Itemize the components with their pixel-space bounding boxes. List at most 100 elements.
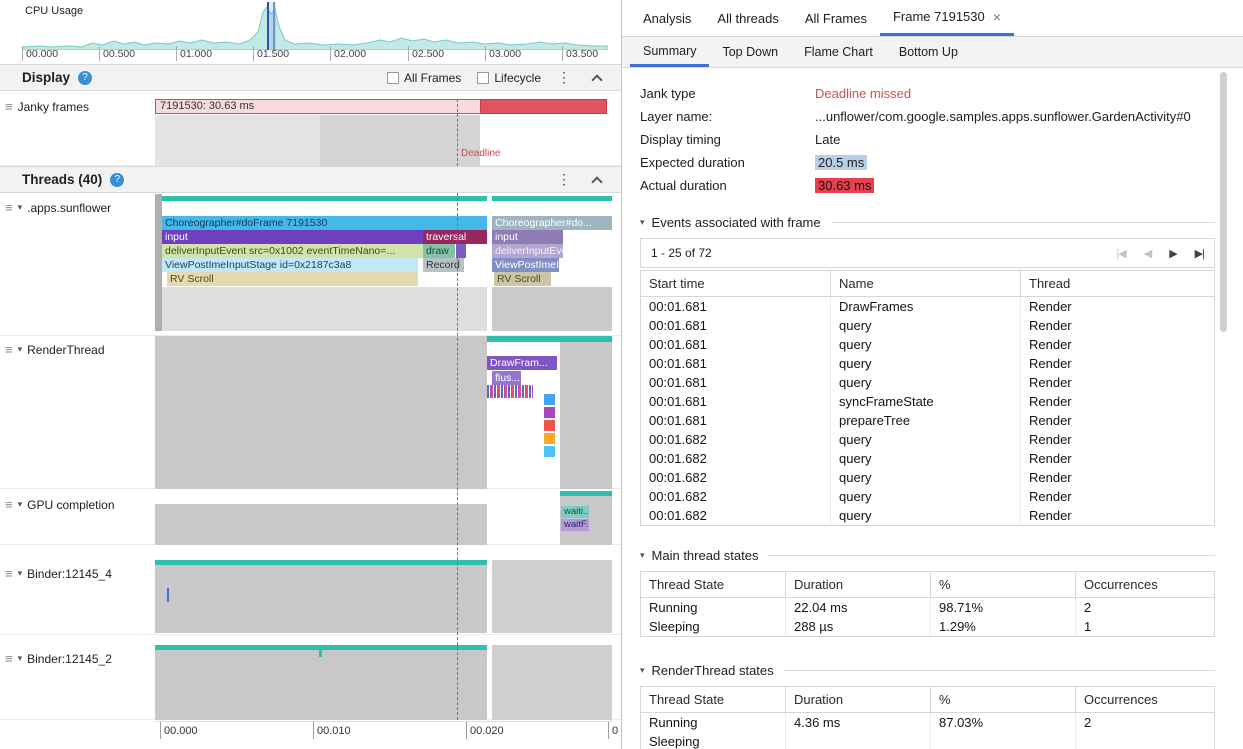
selection-end-line[interactable] bbox=[273, 2, 275, 50]
checkbox-icon[interactable] bbox=[387, 72, 399, 84]
event-small-bar[interactable] bbox=[544, 407, 555, 418]
tab-all-frames[interactable]: All Frames bbox=[792, 0, 880, 36]
collapse-chevron-icon[interactable] bbox=[591, 74, 602, 85]
janky-frame-bar[interactable]: 7191530: 30.63 ms bbox=[155, 99, 481, 114]
janky-frame-overrun-bar[interactable] bbox=[480, 99, 607, 114]
event-viewpostime-next[interactable]: ViewPostImeInp... bbox=[492, 258, 559, 272]
event-tick[interactable] bbox=[167, 588, 169, 602]
drag-handle-icon[interactable]: ≡ bbox=[5, 566, 13, 581]
drag-handle-icon[interactable]: ≡ bbox=[5, 200, 13, 215]
events-row[interactable]: 00:01.681prepareTreeRender bbox=[641, 411, 1214, 430]
events-row[interactable]: 00:01.681syncFrameStateRender bbox=[641, 392, 1214, 411]
events-row[interactable]: 00:01.681DrawFramesRender bbox=[641, 297, 1214, 316]
more-options-icon[interactable]: ⋮ bbox=[557, 171, 565, 188]
help-icon[interactable]: ? bbox=[78, 71, 92, 85]
column-header-occurrences[interactable]: Occurrences bbox=[1076, 687, 1214, 712]
column-header-name[interactable]: Name bbox=[831, 271, 1021, 296]
tab-analysis[interactable]: Analysis bbox=[630, 0, 704, 36]
collapse-triangle-icon[interactable]: ▾ bbox=[640, 665, 645, 676]
event-small-bar[interactable] bbox=[544, 394, 555, 405]
drag-handle-icon[interactable]: ≡ bbox=[5, 99, 13, 114]
collapse-chevron-icon[interactable] bbox=[591, 176, 602, 187]
tab-all-threads[interactable]: All threads bbox=[704, 0, 791, 36]
event-small-bar[interactable] bbox=[544, 420, 555, 431]
event-input-next[interactable]: input bbox=[492, 230, 563, 244]
event-wait-fence[interactable]: waitF... bbox=[561, 519, 589, 531]
selection-start-line[interactable] bbox=[267, 2, 269, 50]
event-draw[interactable]: draw bbox=[423, 244, 455, 258]
tab-frame-7191530[interactable]: Frame 7191530 × bbox=[880, 0, 1014, 36]
first-page-icon[interactable]: |◀ bbox=[1116, 247, 1125, 260]
more-options-icon[interactable]: ⋮ bbox=[557, 69, 565, 86]
checkbox-icon[interactable] bbox=[477, 72, 489, 84]
events-row[interactable]: 00:01.681queryRender bbox=[641, 316, 1214, 335]
events-row[interactable]: 00:01.682queryRender bbox=[641, 468, 1214, 487]
column-header-thread-state[interactable]: Thread State bbox=[641, 572, 786, 597]
states-row[interactable]: Running4.36 ms87.03%2 bbox=[641, 713, 1214, 732]
all-frames-checkbox-label: All Frames bbox=[404, 71, 461, 85]
states-row[interactable]: Sleeping288 µs1.29%1 bbox=[641, 617, 1214, 636]
events-row[interactable]: 00:01.682queryRender bbox=[641, 430, 1214, 449]
drag-handle-icon[interactable]: ≡ bbox=[5, 651, 13, 666]
event-choreographer-doframe[interactable]: Choreographer#doFrame 7191530 bbox=[162, 216, 487, 230]
drag-handle-icon[interactable]: ≡ bbox=[5, 497, 13, 512]
events-section-header[interactable]: ▾ Events associated with frame bbox=[640, 215, 1215, 230]
drag-handle-icon[interactable]: ≡ bbox=[5, 342, 13, 357]
cpu-usage-track[interactable]: CPU Usage 00.000 00.500 01.000 01.500 02… bbox=[0, 0, 621, 63]
events-row[interactable]: 00:01.682queryRender bbox=[641, 506, 1214, 525]
next-page-icon[interactable]: ▶ bbox=[1169, 247, 1176, 260]
column-header-occurrences[interactable]: Occurrences bbox=[1076, 572, 1214, 597]
cpu-usage-chart[interactable] bbox=[22, 4, 608, 50]
column-header-duration[interactable]: Duration bbox=[786, 572, 931, 597]
column-header-thread[interactable]: Thread bbox=[1021, 271, 1214, 296]
event-tick[interactable] bbox=[319, 645, 322, 657]
events-row[interactable]: 00:01.681queryRender bbox=[641, 335, 1214, 354]
renderthread-states-section-header[interactable]: ▾ RenderThread states bbox=[640, 663, 1215, 678]
event-deliver-input-event[interactable]: deliverInputEvent src=0x1002 eventTimeNa… bbox=[162, 244, 423, 258]
events-row[interactable]: 00:01.681queryRender bbox=[641, 354, 1214, 373]
column-header-duration[interactable]: Duration bbox=[786, 687, 931, 712]
event-wait[interactable]: waiti... bbox=[561, 506, 589, 518]
vertical-scrollbar[interactable] bbox=[1220, 72, 1227, 332]
events-row[interactable]: 00:01.681queryRender bbox=[641, 373, 1214, 392]
event-dense-slices[interactable] bbox=[487, 385, 533, 398]
tab-summary[interactable]: Summary bbox=[630, 37, 709, 67]
cell-start-time: 00:01.682 bbox=[641, 468, 831, 487]
expand-triangle-icon[interactable]: ▾ bbox=[18, 344, 23, 355]
expand-triangle-icon[interactable]: ▾ bbox=[18, 202, 23, 213]
event-flush[interactable]: flus... bbox=[492, 371, 521, 385]
close-icon[interactable]: × bbox=[993, 9, 1001, 25]
events-row[interactable]: 00:01.682queryRender bbox=[641, 487, 1214, 506]
expand-triangle-icon[interactable]: ▾ bbox=[18, 653, 23, 664]
event-input[interactable]: input bbox=[162, 230, 423, 244]
event-viewpostime-input-stage[interactable]: ViewPostImeInputStage id=0x2187c3a8 bbox=[162, 258, 418, 272]
event-deliver-input-event-next[interactable]: deliverInputEven... bbox=[492, 244, 563, 258]
tab-top-down[interactable]: Top Down bbox=[709, 37, 791, 67]
event-small-bar[interactable] bbox=[544, 446, 555, 457]
event-rv-scroll[interactable]: RV Scroll bbox=[167, 272, 418, 286]
collapse-triangle-icon[interactable]: ▾ bbox=[640, 217, 645, 228]
previous-page-icon[interactable]: ◀ bbox=[1144, 247, 1151, 260]
event-choreographer-doframe-next[interactable]: Choreographer#do... bbox=[492, 216, 612, 230]
last-page-icon[interactable]: ▶| bbox=[1195, 247, 1204, 260]
all-frames-checkbox[interactable]: All Frames bbox=[387, 71, 461, 85]
states-row[interactable]: Running22.04 ms98.71%2 bbox=[641, 598, 1214, 617]
event-traversal[interactable]: traversal bbox=[423, 230, 487, 244]
event-small-bar[interactable] bbox=[544, 433, 555, 444]
collapse-triangle-icon[interactable]: ▾ bbox=[640, 550, 645, 561]
column-header-start-time[interactable]: Start time bbox=[641, 271, 831, 296]
lifecycle-checkbox[interactable]: Lifecycle bbox=[477, 71, 541, 85]
main-thread-states-section-header[interactable]: ▾ Main thread states bbox=[640, 548, 1215, 563]
column-header-percent[interactable]: % bbox=[931, 572, 1076, 597]
tab-bottom-up[interactable]: Bottom Up bbox=[886, 37, 971, 67]
column-header-thread-state[interactable]: Thread State bbox=[641, 687, 786, 712]
event-drawframes[interactable]: DrawFram... bbox=[487, 356, 557, 370]
expand-triangle-icon[interactable]: ▾ bbox=[18, 568, 23, 579]
tab-flame-chart[interactable]: Flame Chart bbox=[791, 37, 886, 67]
expand-triangle-icon[interactable]: ▾ bbox=[18, 499, 23, 510]
states-row[interactable]: Sleeping bbox=[641, 732, 1214, 749]
column-header-percent[interactable]: % bbox=[931, 687, 1076, 712]
events-row[interactable]: 00:01.682queryRender bbox=[641, 449, 1214, 468]
help-icon[interactable]: ? bbox=[110, 173, 124, 187]
event-rv-scroll-next[interactable]: RV Scroll bbox=[494, 272, 551, 286]
